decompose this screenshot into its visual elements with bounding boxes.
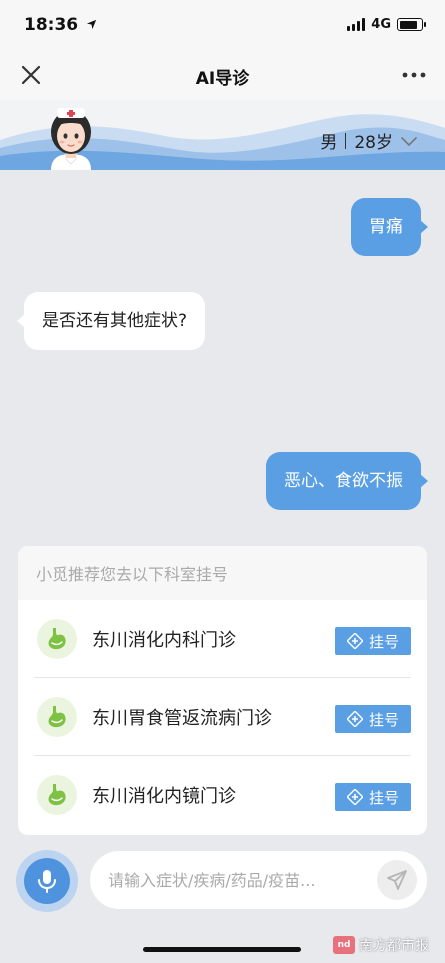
divider <box>345 132 347 149</box>
page-title: AI导诊 <box>195 69 250 89</box>
message-text: 胃痛 <box>369 216 403 237</box>
nav-bar: AI导诊 <box>0 52 445 100</box>
home-indicator <box>143 947 301 952</box>
hospital-cross-icon <box>346 711 363 727</box>
send-icon <box>387 870 407 890</box>
department-item[interactable]: 东川消化内镜门诊 挂号 <box>34 756 411 834</box>
more-icon[interactable] <box>401 64 427 86</box>
network-type: 4G <box>371 17 391 32</box>
department-name: 东川胃食管返流病门诊 <box>92 707 272 729</box>
user-message: 恶心、食欲不振 <box>266 452 428 510</box>
message-text: 恶心、食欲不振 <box>284 470 403 491</box>
chevron-down-icon <box>401 136 417 146</box>
patient-age: 28岁 <box>354 133 393 153</box>
register-button[interactable]: 挂号 <box>335 783 411 811</box>
card-title: 小觅推荐您去以下科室挂号 <box>18 546 427 600</box>
department-item[interactable]: 东川消化内科门诊 挂号 <box>34 600 411 678</box>
send-button[interactable] <box>377 860 417 900</box>
battery-icon <box>397 18 426 31</box>
symptom-input[interactable] <box>108 851 368 909</box>
patient-info[interactable]: 男 28岁 <box>320 128 417 153</box>
location-arrow-icon <box>86 19 97 30</box>
hospital-cross-icon <box>346 633 363 649</box>
signal-icon <box>347 18 366 31</box>
user-message: 胃痛 <box>351 198 428 256</box>
stomach-icon <box>37 618 77 659</box>
status-bar: 18:36 4G <box>0 0 445 52</box>
hospital-cross-icon <box>346 789 363 805</box>
department-name: 东川消化内镜门诊 <box>92 786 236 807</box>
nurse-avatar <box>51 108 91 170</box>
stomach-icon <box>37 775 77 815</box>
department-item[interactable]: 东川胃食管返流病门诊 挂号 <box>34 678 411 756</box>
department-name: 东川消化内科门诊 <box>92 629 236 651</box>
register-label: 挂号 <box>368 710 399 729</box>
watermark-text: 南方都市报 <box>359 938 429 954</box>
symptom-input-box <box>90 851 427 909</box>
status-time: 18:36 <box>24 15 97 35</box>
bot-message: 是否还有其他症状? <box>16 292 206 350</box>
watermark: nd 南方都市报 <box>333 935 429 955</box>
register-label: 挂号 <box>368 632 399 651</box>
patient-banner: 男 28岁 <box>0 100 445 170</box>
register-label: 挂号 <box>368 788 399 807</box>
message-text: 是否还有其他症状? <box>42 310 188 331</box>
voice-input-button[interactable] <box>16 850 78 912</box>
patient-gender: 男 <box>320 133 338 153</box>
watermark-logo: nd <box>333 936 355 954</box>
stomach-icon <box>37 696 77 737</box>
register-button[interactable]: 挂号 <box>335 627 411 655</box>
register-button[interactable]: 挂号 <box>335 705 411 733</box>
department-recommendation-card: 小觅推荐您去以下科室挂号 东川消化内科门诊 挂号 东川胃食管返流病门诊 挂号 东… <box>18 546 427 835</box>
microphone-icon <box>38 870 56 893</box>
